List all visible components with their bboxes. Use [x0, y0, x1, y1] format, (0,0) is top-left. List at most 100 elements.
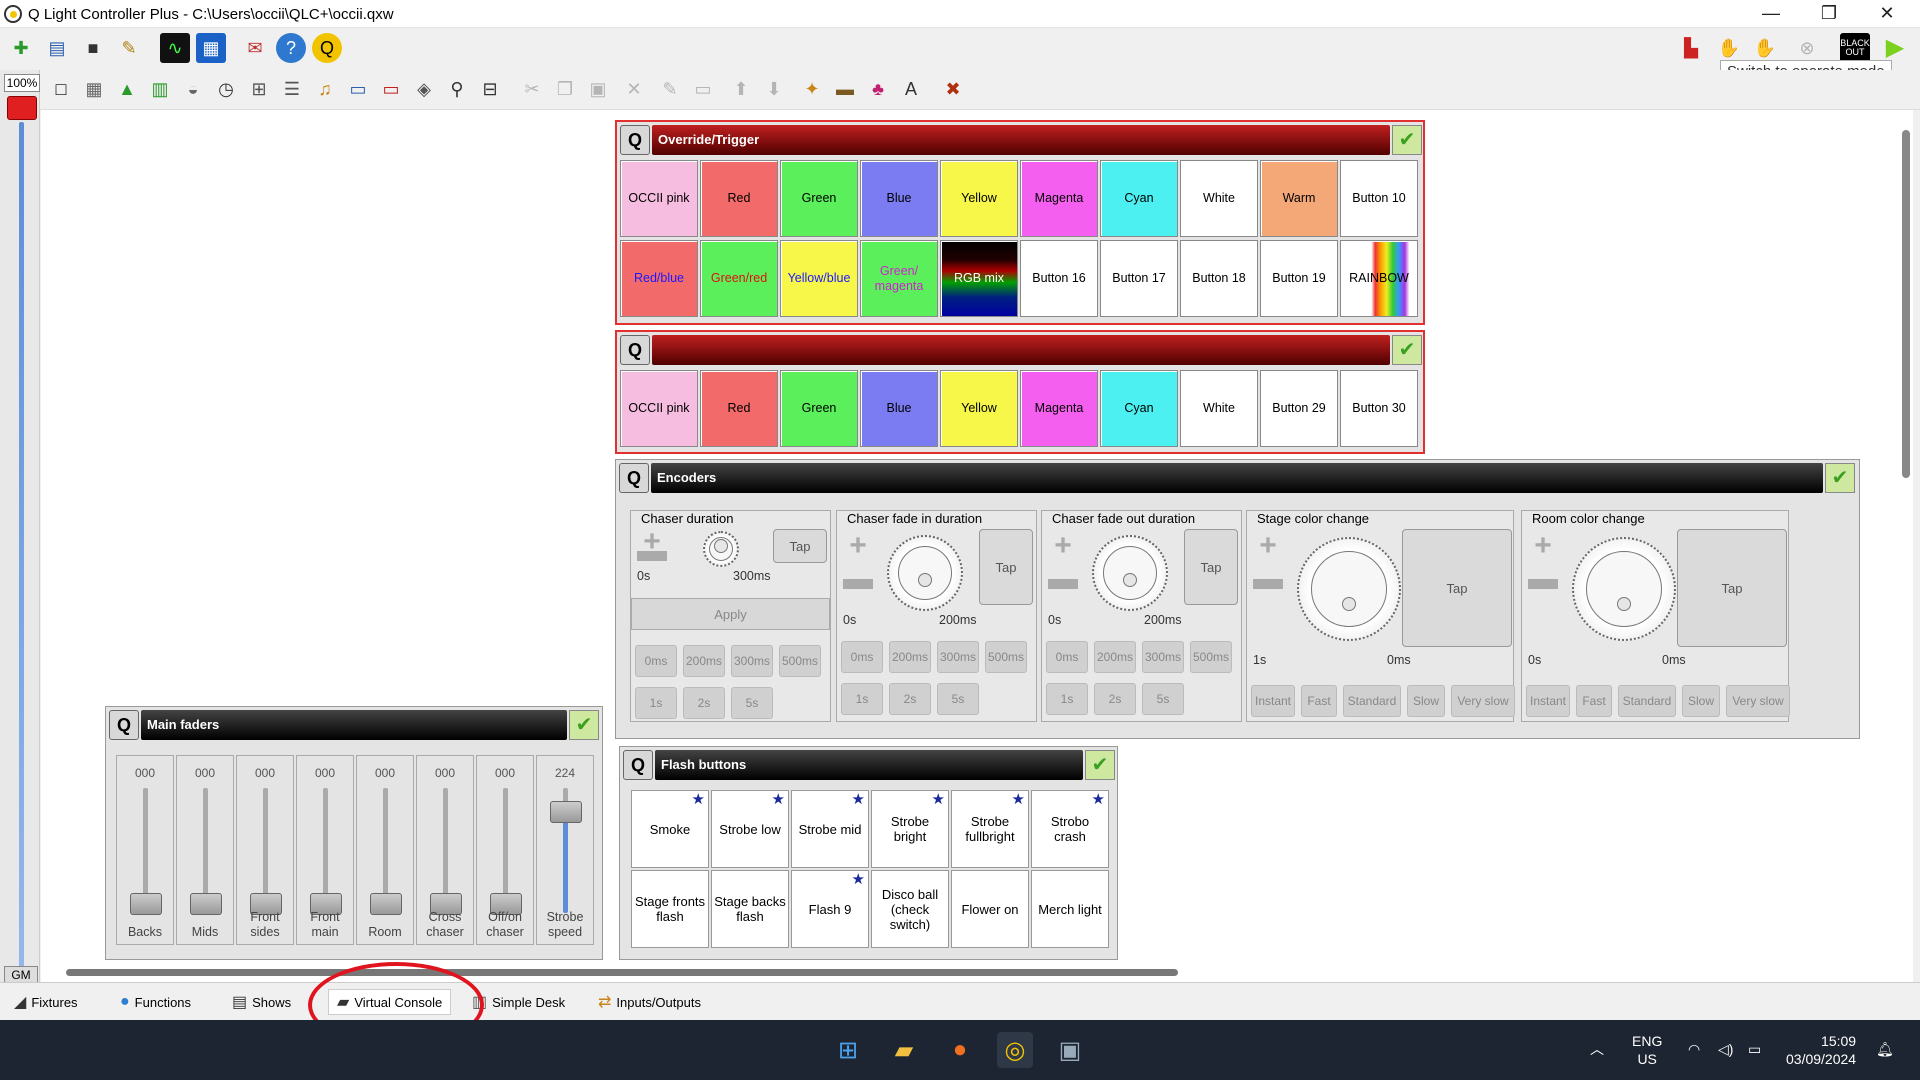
vc-properties-icon[interactable]: ✖ — [939, 75, 967, 103]
frame-enable-icon[interactable]: ✔ — [1392, 125, 1422, 155]
frame-collapse-icon[interactable]: Q — [619, 463, 649, 493]
grand-master-slider[interactable] — [19, 122, 24, 977]
minus-icon[interactable] — [1528, 579, 1558, 589]
vc-button[interactable]: OCCII pink — [620, 370, 698, 447]
tap-button[interactable]: Tap — [979, 529, 1033, 605]
fader-handle[interactable] — [190, 893, 222, 915]
vc-button[interactable]: White — [1180, 370, 1258, 447]
flash-button[interactable]: Strobe mid ★ — [791, 790, 869, 868]
save-icon[interactable]: ■ — [78, 33, 108, 63]
preset-button[interactable]: 5s — [1142, 683, 1184, 715]
preset-button[interactable]: 0ms — [1046, 641, 1088, 673]
preset-button[interactable]: 0ms — [635, 645, 677, 677]
vc-button[interactable]: Button 30 — [1340, 370, 1418, 447]
horizontal-scrollbar[interactable] — [66, 969, 1178, 976]
flash-button[interactable]: Merch light — [1031, 870, 1109, 948]
clock[interactable]: 15:09 03/09/2024 — [1786, 1032, 1856, 1068]
add-solo-frame-icon[interactable]: ▭ — [377, 75, 405, 103]
stop-functions-icon[interactable]: ⊗ — [1792, 33, 1822, 63]
vc-button[interactable]: Red — [700, 160, 778, 237]
preset-button[interactable]: 1s — [841, 683, 883, 715]
flash-button[interactable]: Flash 9 ★ — [791, 870, 869, 948]
preset-button[interactable]: 1s — [635, 687, 677, 719]
vc-button[interactable]: Green/ magenta — [860, 240, 938, 317]
volume-icon[interactable]: ◁) — [1718, 1040, 1733, 1058]
add-matrix-icon[interactable]: ▦ — [80, 75, 108, 103]
speed-dial-knob[interactable] — [1297, 537, 1401, 641]
frame-collapse-icon[interactable]: Q — [109, 710, 139, 740]
add-slider-icon[interactable]: ▲ — [113, 75, 141, 103]
vc-button[interactable]: Button 17 — [1100, 240, 1178, 317]
flash-button[interactable]: Strobo crash ★ — [1031, 790, 1109, 868]
copy-icon[interactable]: ❐ — [551, 75, 579, 103]
frame-enable-icon[interactable]: ✔ — [1392, 335, 1422, 365]
plus-icon[interactable]: + — [843, 529, 873, 562]
edit-icon[interactable]: ✎ — [656, 75, 684, 103]
preset-button[interactable]: Standard — [1618, 685, 1676, 717]
vc-button[interactable]: Yellow — [940, 370, 1018, 447]
add-xypad-icon[interactable]: ◒ — [179, 75, 207, 103]
vc-button[interactable]: Green — [780, 160, 858, 237]
apply-button[interactable]: Apply — [631, 598, 830, 630]
preset-button[interactable]: 5s — [937, 683, 979, 715]
vc-button[interactable]: OCCII pink — [620, 160, 698, 237]
widget-font-icon[interactable]: A — [897, 75, 925, 103]
add-audio-icon[interactable]: ♫ — [311, 75, 339, 103]
vc-button[interactable]: Button 16 — [1020, 240, 1098, 317]
widget-image-icon[interactable]: ▬ — [831, 75, 859, 103]
vc-button[interactable]: Magenta — [1020, 370, 1098, 447]
add-knob-icon[interactable]: ⚲ — [443, 75, 471, 103]
bring-up-icon[interactable]: ⬆ — [727, 75, 755, 103]
help-icon[interactable]: ? — [276, 33, 306, 63]
preset-button[interactable]: 300ms — [731, 645, 773, 677]
battery-icon[interactable]: ▭ — [1748, 1040, 1761, 1058]
minus-icon[interactable] — [1048, 579, 1078, 589]
preset-button[interactable]: 200ms — [683, 645, 725, 677]
wifi-icon[interactable]: ◠ — [1688, 1040, 1700, 1058]
preset-button[interactable]: 2s — [683, 687, 725, 719]
preset-button[interactable]: Very slow — [1726, 685, 1790, 717]
add-animation-icon[interactable]: ⊟ — [476, 75, 504, 103]
fixture-editor-icon[interactable]: ✉ — [240, 33, 270, 63]
file-explorer-icon[interactable]: ▰ — [886, 1032, 922, 1068]
photos-icon[interactable]: ▣ — [1052, 1032, 1088, 1068]
preset-button[interactable]: Instant — [1526, 685, 1570, 717]
preset-button[interactable]: Fast — [1576, 685, 1612, 717]
monitor-icon[interactable]: ∿ — [160, 33, 190, 63]
vc-button[interactable]: Button 19 — [1260, 240, 1338, 317]
about-icon[interactable]: Q — [312, 33, 342, 63]
vc-button[interactable]: White — [1180, 160, 1258, 237]
vc-button[interactable]: Button 10 — [1340, 160, 1418, 237]
minimize-button[interactable]: — — [1742, 0, 1800, 28]
speed-dial-knob[interactable] — [887, 535, 963, 611]
preset-button[interactable]: 300ms — [937, 641, 979, 673]
add-cue-list-icon[interactable]: ☰ — [278, 75, 306, 103]
delete-icon[interactable]: ✕ — [620, 75, 648, 103]
frame-enable-icon[interactable]: ✔ — [1825, 463, 1855, 493]
vc-button[interactable]: Button 29 — [1260, 370, 1338, 447]
paste-icon[interactable]: ▣ — [584, 75, 612, 103]
preset-button[interactable]: 500ms — [985, 641, 1027, 673]
vc-button[interactable]: RGB mix — [940, 240, 1018, 317]
speed-dial-knob[interactable] — [703, 531, 739, 567]
preset-button[interactable]: 500ms — [779, 645, 821, 677]
plus-icon[interactable]: + — [1253, 529, 1283, 562]
restore-button[interactable]: ❐ — [1800, 0, 1858, 28]
vc-button[interactable]: RAINBOW — [1340, 240, 1418, 317]
operate-mode-button[interactable]: ▶ — [1880, 33, 1910, 63]
flash-button[interactable]: Stage fronts flash — [631, 870, 709, 948]
flash-button[interactable]: Strobe bright ★ — [871, 790, 949, 868]
add-label-icon[interactable]: ◈ — [410, 75, 438, 103]
vc-button[interactable]: Cyan — [1100, 370, 1178, 447]
save-as-icon[interactable]: ✎ — [114, 33, 144, 63]
flash-button[interactable]: Strobe fullbright ★ — [951, 790, 1029, 868]
frame-enable-icon[interactable]: ✔ — [569, 710, 599, 740]
preset-button[interactable]: 300ms — [1142, 641, 1184, 673]
preset-button[interactable]: 2s — [1094, 683, 1136, 715]
tab-shows[interactable]: ▤ Shows — [232, 989, 291, 1015]
grand-master-handle[interactable] — [7, 96, 37, 120]
widget-color-icon[interactable]: ✦ — [798, 75, 826, 103]
vc-button[interactable]: Blue — [860, 160, 938, 237]
preset-button[interactable]: Standard — [1343, 685, 1401, 717]
tray-expand-icon[interactable]: ︿ — [1590, 1040, 1604, 1058]
